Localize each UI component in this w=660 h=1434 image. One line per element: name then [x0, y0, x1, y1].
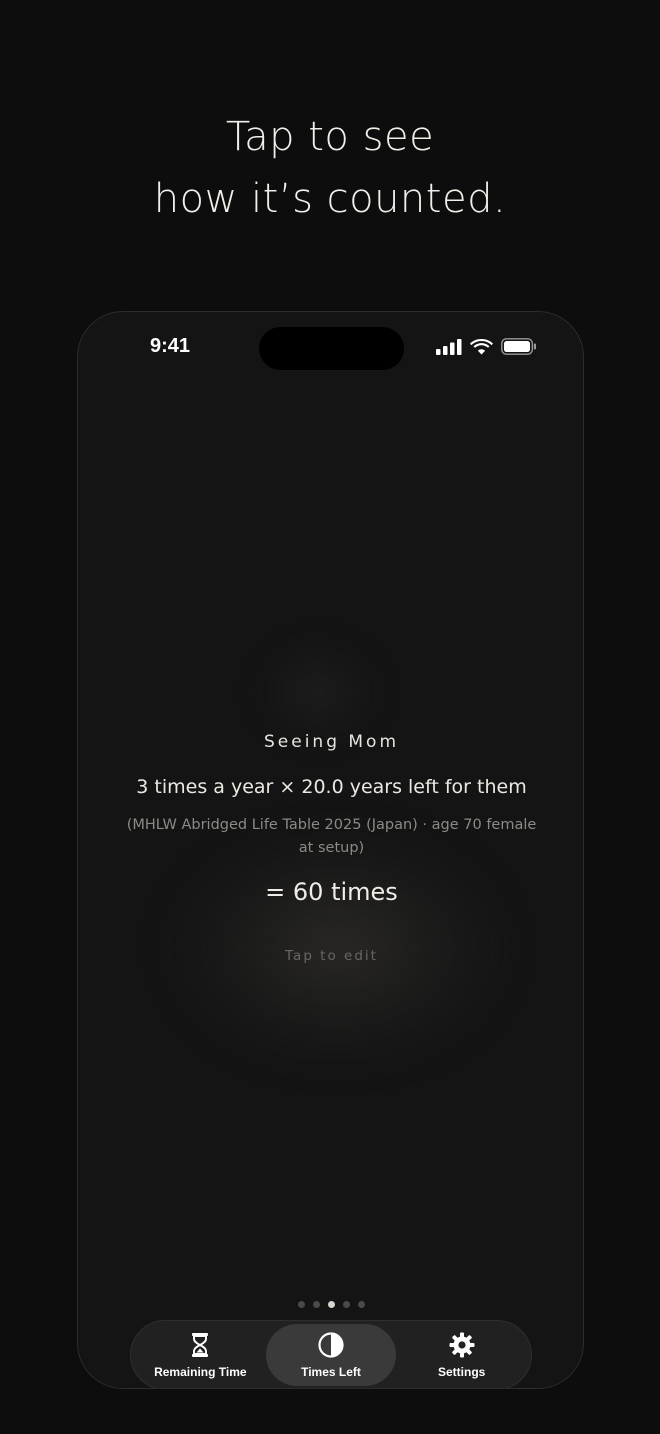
promo-page: Tap to see how it’s counted. 9:41 Seeing…: [0, 0, 660, 1434]
gear-icon: [449, 1332, 475, 1358]
headline-line-2: how it’s counted.: [153, 176, 507, 222]
dynamic-island: [259, 327, 404, 370]
tab-remaining-time[interactable]: Remaining Time: [135, 1324, 266, 1386]
status-icons: [436, 338, 537, 355]
page-dot-active[interactable]: [328, 1301, 335, 1308]
page-dot[interactable]: [358, 1301, 365, 1308]
battery-icon: [501, 338, 536, 355]
phone-frame: 9:41 Seeing Mom 3 times a year × 20.0 ye…: [77, 311, 584, 1389]
tab-label: Settings: [438, 1365, 486, 1379]
card-result: = 60 times: [265, 878, 398, 906]
card-source-note: (MHLW Abridged Life Table 2025 (Japan) ·…: [126, 817, 537, 856]
tab-label: Remaining Time: [154, 1365, 247, 1379]
cellular-signal-icon: [436, 338, 462, 355]
tab-bar: Remaining Time Times Left Settings: [130, 1320, 532, 1388]
page-dot[interactable]: [313, 1301, 320, 1308]
tab-settings[interactable]: Settings: [396, 1324, 527, 1386]
headline-line-1: Tap to see: [225, 114, 435, 160]
background-glow-top: [258, 642, 378, 742]
page-dot[interactable]: [298, 1301, 305, 1308]
page-indicator[interactable]: [78, 1301, 583, 1308]
status-time: 9:41: [150, 335, 191, 357]
hourglass-icon: [192, 1333, 209, 1357]
tab-times-left[interactable]: Times Left: [265, 1324, 397, 1386]
times-left-card[interactable]: Seeing Mom 3 times a year × 20.0 years l…: [78, 732, 583, 964]
half-circle-icon: [318, 1332, 344, 1358]
wifi-icon: [470, 339, 493, 355]
tab-label: Times Left: [301, 1365, 361, 1379]
page-dot[interactable]: [343, 1301, 350, 1308]
headline: Tap to see how it’s counted.: [0, 106, 660, 230]
tap-to-edit-hint[interactable]: Tap to edit: [78, 948, 583, 964]
card-formula: 3 times a year × 20.0 years left for the…: [136, 776, 527, 798]
card-title: Seeing Mom: [263, 732, 400, 752]
